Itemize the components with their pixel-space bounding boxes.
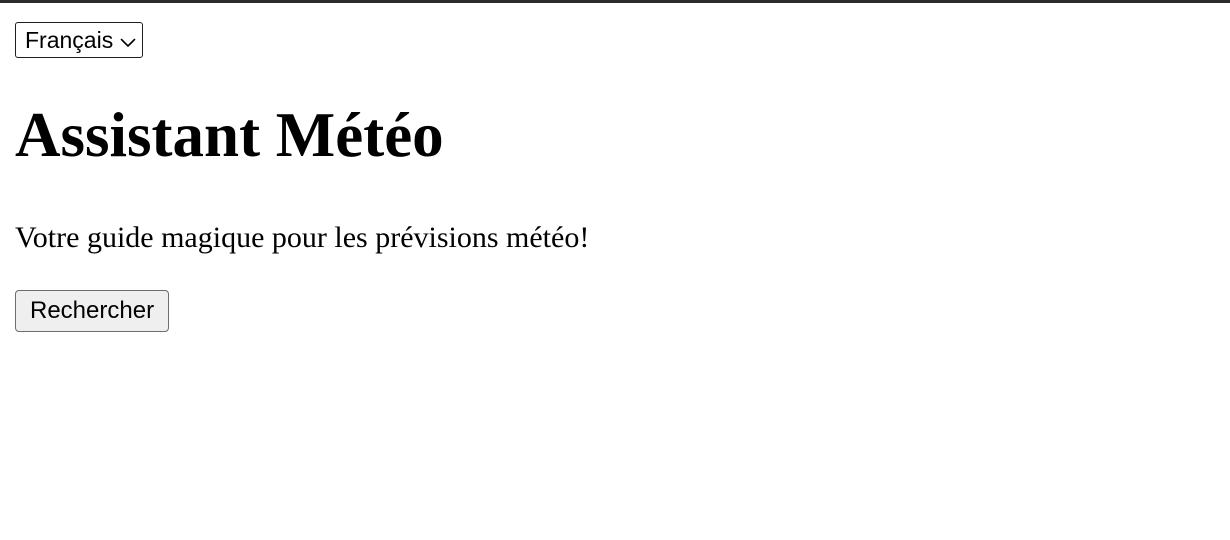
page-title: Assistant Météo <box>15 100 444 170</box>
chevron-down-icon <box>120 35 136 47</box>
language-select[interactable]: Français <box>15 22 144 58</box>
weather-assistant-page: Français Assistant Météo Votre guide mag… <box>0 3 1230 540</box>
search-button[interactable]: Rechercher <box>15 290 170 332</box>
page-subtitle: Votre guide magique pour les prévisions … <box>15 221 590 254</box>
language-select-value: Français <box>25 26 114 53</box>
